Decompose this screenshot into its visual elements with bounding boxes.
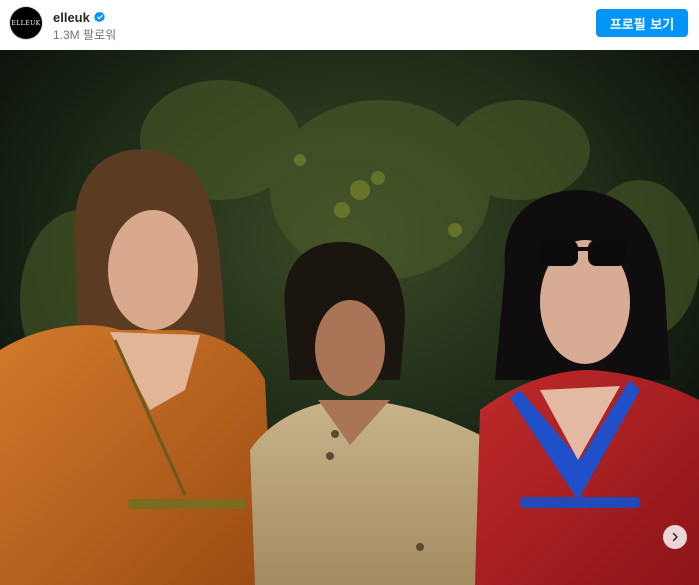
- chevron-right-icon: [672, 532, 678, 542]
- username-link[interactable]: elleuk: [53, 10, 90, 25]
- view-profile-button[interactable]: 프로필 보기: [596, 9, 688, 37]
- verified-badge-icon: [93, 11, 105, 23]
- post-image[interactable]: [0, 50, 699, 585]
- post-header: ELLEUK elleuk 1.3M 팔로워 프로필 보기: [0, 0, 699, 50]
- username-row: elleuk: [53, 9, 106, 25]
- photo-illustration: [0, 50, 699, 585]
- avatar-logo-text: ELLEUK: [11, 19, 41, 27]
- follower-count: 1.3M 팔로워: [53, 28, 117, 42]
- carousel-next-button[interactable]: [663, 525, 687, 549]
- avatar[interactable]: ELLEUK: [10, 7, 42, 39]
